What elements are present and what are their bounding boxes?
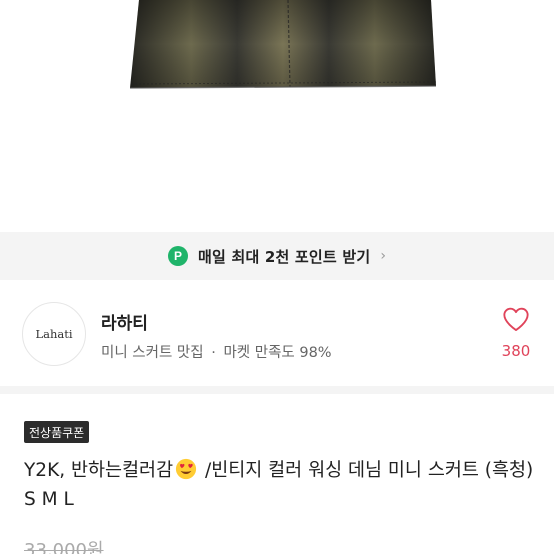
product-title: Y2K, 반하는컬러감 /빈티지 컬러 워싱 데님 미니 스커트 (흑청) S … [24, 456, 544, 514]
like-button[interactable]: 380 [496, 306, 536, 360]
point-banner[interactable]: P 매일 최대 2천 포인트 받기 › [0, 232, 554, 280]
store-name[interactable]: 라하티 [101, 309, 148, 334]
chevron-right-icon: › [380, 248, 386, 264]
coupon-badge: 전상품쿠폰 [24, 421, 90, 443]
store-info[interactable]: Lahati 라하티 미니 스커트 맛집 · 마켓 만족도 98% 380 [0, 300, 554, 372]
point-badge-icon: P [168, 246, 189, 266]
title-part-1: Y2K, 반하는컬러감 [24, 460, 174, 481]
separator: · [211, 345, 216, 361]
original-price: 33,000원 [24, 540, 104, 554]
store-tagline: 미니 스커트 맛집 [101, 345, 204, 361]
store-rating: 마켓 만족도 98% [223, 345, 332, 361]
denim-skirt-image [129, 0, 437, 89]
store-logo[interactable]: Lahati [22, 302, 86, 366]
store-description: 미니 스커트 맛집 · 마켓 만족도 98% [101, 341, 332, 362]
point-banner-text: 매일 최대 2천 포인트 받기 [198, 247, 371, 266]
product-image[interactable] [0, 0, 554, 232]
heart-eyes-emoji [176, 458, 197, 480]
section-divider [0, 386, 554, 394]
like-count: 380 [501, 342, 531, 360]
heart-outline-icon [503, 307, 529, 332]
